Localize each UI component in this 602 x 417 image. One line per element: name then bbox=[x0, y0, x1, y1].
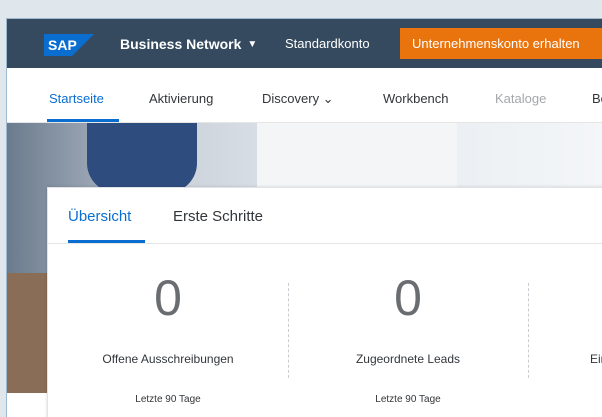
hero-left-shape bbox=[7, 273, 47, 393]
nav-discovery[interactable]: Discovery ⌄ bbox=[262, 91, 334, 107]
card-tabs: Übersicht Erste Schritte bbox=[48, 188, 602, 244]
upgrade-account-button[interactable]: Unternehmenskonto erhalten bbox=[400, 28, 602, 59]
tile-label: Ein bbox=[590, 352, 602, 366]
shell-header: SAP Business Network ▼ Standardkonto Unt… bbox=[7, 19, 602, 68]
caret-down-icon: ▼ bbox=[247, 38, 258, 50]
app-frame: SAP Business Network ▼ Standardkonto Unt… bbox=[6, 18, 602, 417]
nav-active-indicator bbox=[47, 119, 119, 122]
main-navigation: Startseite Aktivierung Discovery ⌄ Workb… bbox=[7, 68, 602, 123]
hero-shirt-shape bbox=[257, 123, 457, 193]
sap-logo-text: SAP bbox=[48, 37, 77, 53]
nav-more[interactable]: Bo bbox=[592, 91, 602, 106]
tile-value: 0 bbox=[154, 270, 182, 326]
hero-person-shape bbox=[87, 123, 197, 193]
tile-zugeordnete-leads[interactable]: 0 Zugeordnete Leads Letzte 90 Tage bbox=[288, 243, 528, 417]
overview-card: Übersicht Erste Schritte 0 Offene Aussch… bbox=[47, 187, 602, 417]
brand-menu[interactable]: Business Network ▼ bbox=[120, 36, 257, 52]
nav-workbench[interactable]: Workbench bbox=[383, 91, 449, 106]
tile-value: 0 bbox=[394, 270, 422, 326]
tile-period: Letzte 90 Tage bbox=[375, 394, 441, 405]
tab-uebersicht[interactable]: Übersicht bbox=[68, 208, 131, 225]
nav-aktivierung[interactable]: Aktivierung bbox=[149, 91, 213, 106]
tile-period: Letzte 90 Tage bbox=[135, 394, 201, 405]
tile-label: Zugeordnete Leads bbox=[355, 352, 461, 366]
account-type: Standardkonto bbox=[285, 36, 370, 51]
tile-offene-ausschreibungen[interactable]: 0 Offene Ausschreibungen Letzte 90 Tage bbox=[48, 243, 288, 417]
nav-startseite[interactable]: Startseite bbox=[49, 91, 104, 106]
tile-partial[interactable]: Ein bbox=[568, 243, 602, 417]
nav-kataloge[interactable]: Kataloge bbox=[495, 91, 546, 106]
sap-logo-icon[interactable]: SAP bbox=[44, 34, 94, 56]
tab-erste-schritte[interactable]: Erste Schritte bbox=[173, 208, 263, 225]
brand-label: Business Network bbox=[120, 36, 242, 52]
tile-label: Offene Ausschreibungen bbox=[102, 352, 234, 366]
tile-divider bbox=[528, 283, 529, 378]
